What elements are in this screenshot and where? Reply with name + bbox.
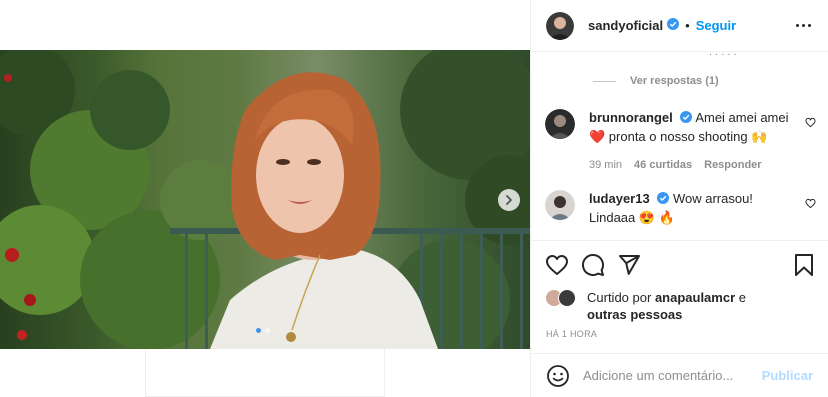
profile-avatar-image — [546, 11, 574, 40]
comment-username[interactable]: brunnorangel — [589, 110, 673, 125]
carousel-dot-active — [256, 328, 261, 333]
verified-badge-icon — [657, 191, 670, 209]
avatar[interactable] — [545, 190, 575, 220]
view-replies-button[interactable]: Ver respostas (1) — [593, 75, 719, 87]
carousel-indicator — [256, 328, 270, 333]
header-separator: • — [685, 18, 690, 33]
verified-badge-icon — [680, 110, 693, 128]
feed-card-outline — [145, 349, 385, 397]
bookmark-icon[interactable] — [793, 253, 815, 277]
emoji-icon[interactable] — [546, 364, 570, 388]
post-timestamp[interactable]: HÁ 1 HORA — [546, 329, 597, 339]
verified-badge-icon — [667, 17, 680, 35]
replies-divider — [593, 80, 616, 82]
liked-by-user[interactable]: anapaulamcr — [655, 290, 735, 305]
more-options-icon[interactable] — [796, 24, 811, 27]
post-image[interactable] — [0, 50, 530, 349]
publish-button[interactable]: Publicar — [762, 368, 813, 383]
clipped-comment-remnant: . . . . . — [709, 46, 737, 58]
add-comment-form: Publicar — [531, 353, 828, 397]
comment-username[interactable]: ludayer13 — [589, 191, 650, 206]
post-details-panel: sandyoficial • Seguir . . . . . Ver resp… — [530, 0, 828, 397]
comment-input[interactable] — [583, 368, 743, 383]
comment-item: ludayer13 Wow arrasou! Lindaaa 😍 🔥 — [545, 190, 789, 227]
liked-by-prefix: Curtido por — [587, 290, 652, 305]
post-header: sandyoficial • Seguir — [531, 0, 828, 52]
liked-by-text: Curtido por anapaulamcr e outras pessoas — [587, 289, 746, 323]
avatar — [558, 289, 576, 307]
carousel-next-button[interactable] — [498, 189, 520, 211]
author-username[interactable]: sandyoficial — [588, 18, 663, 33]
likes-summary: Curtido por anapaulamcr e outras pessoas — [545, 289, 746, 323]
heart-icon[interactable] — [805, 117, 816, 128]
comment-time[interactable]: 39 min — [589, 156, 622, 174]
avatar[interactable] — [545, 109, 575, 139]
heart-icon[interactable] — [805, 198, 816, 209]
liked-by-avatars — [545, 289, 581, 309]
liked-by-others-link[interactable]: outras pessoas — [587, 307, 682, 322]
heart-icon[interactable] — [545, 253, 569, 277]
liked-by-suffix: e — [738, 290, 746, 305]
follow-button[interactable]: Seguir — [696, 18, 736, 33]
comment-body: ludayer13 Wow arrasou! Lindaaa 😍 🔥 — [589, 190, 789, 227]
next-arrow-icon — [506, 195, 512, 205]
view-replies-label: Ver respostas (1) — [630, 75, 719, 87]
comment-icon[interactable] — [581, 253, 605, 277]
post-photo — [0, 50, 530, 349]
carousel-dot — [265, 328, 270, 333]
reply-button[interactable]: Responder — [704, 156, 761, 174]
comment-body: brunnorangel Amei amei amei ❤️ pronta o … — [589, 109, 789, 174]
comment-likes[interactable]: 46 curtidas — [634, 156, 692, 174]
share-icon[interactable] — [617, 253, 641, 277]
comment-item: brunnorangel Amei amei amei ❤️ pronta o … — [545, 109, 789, 174]
post-action-bar — [531, 240, 828, 288]
avatar[interactable] — [546, 11, 574, 40]
comment-meta: 39 min 46 curtidas Responder — [589, 156, 789, 174]
